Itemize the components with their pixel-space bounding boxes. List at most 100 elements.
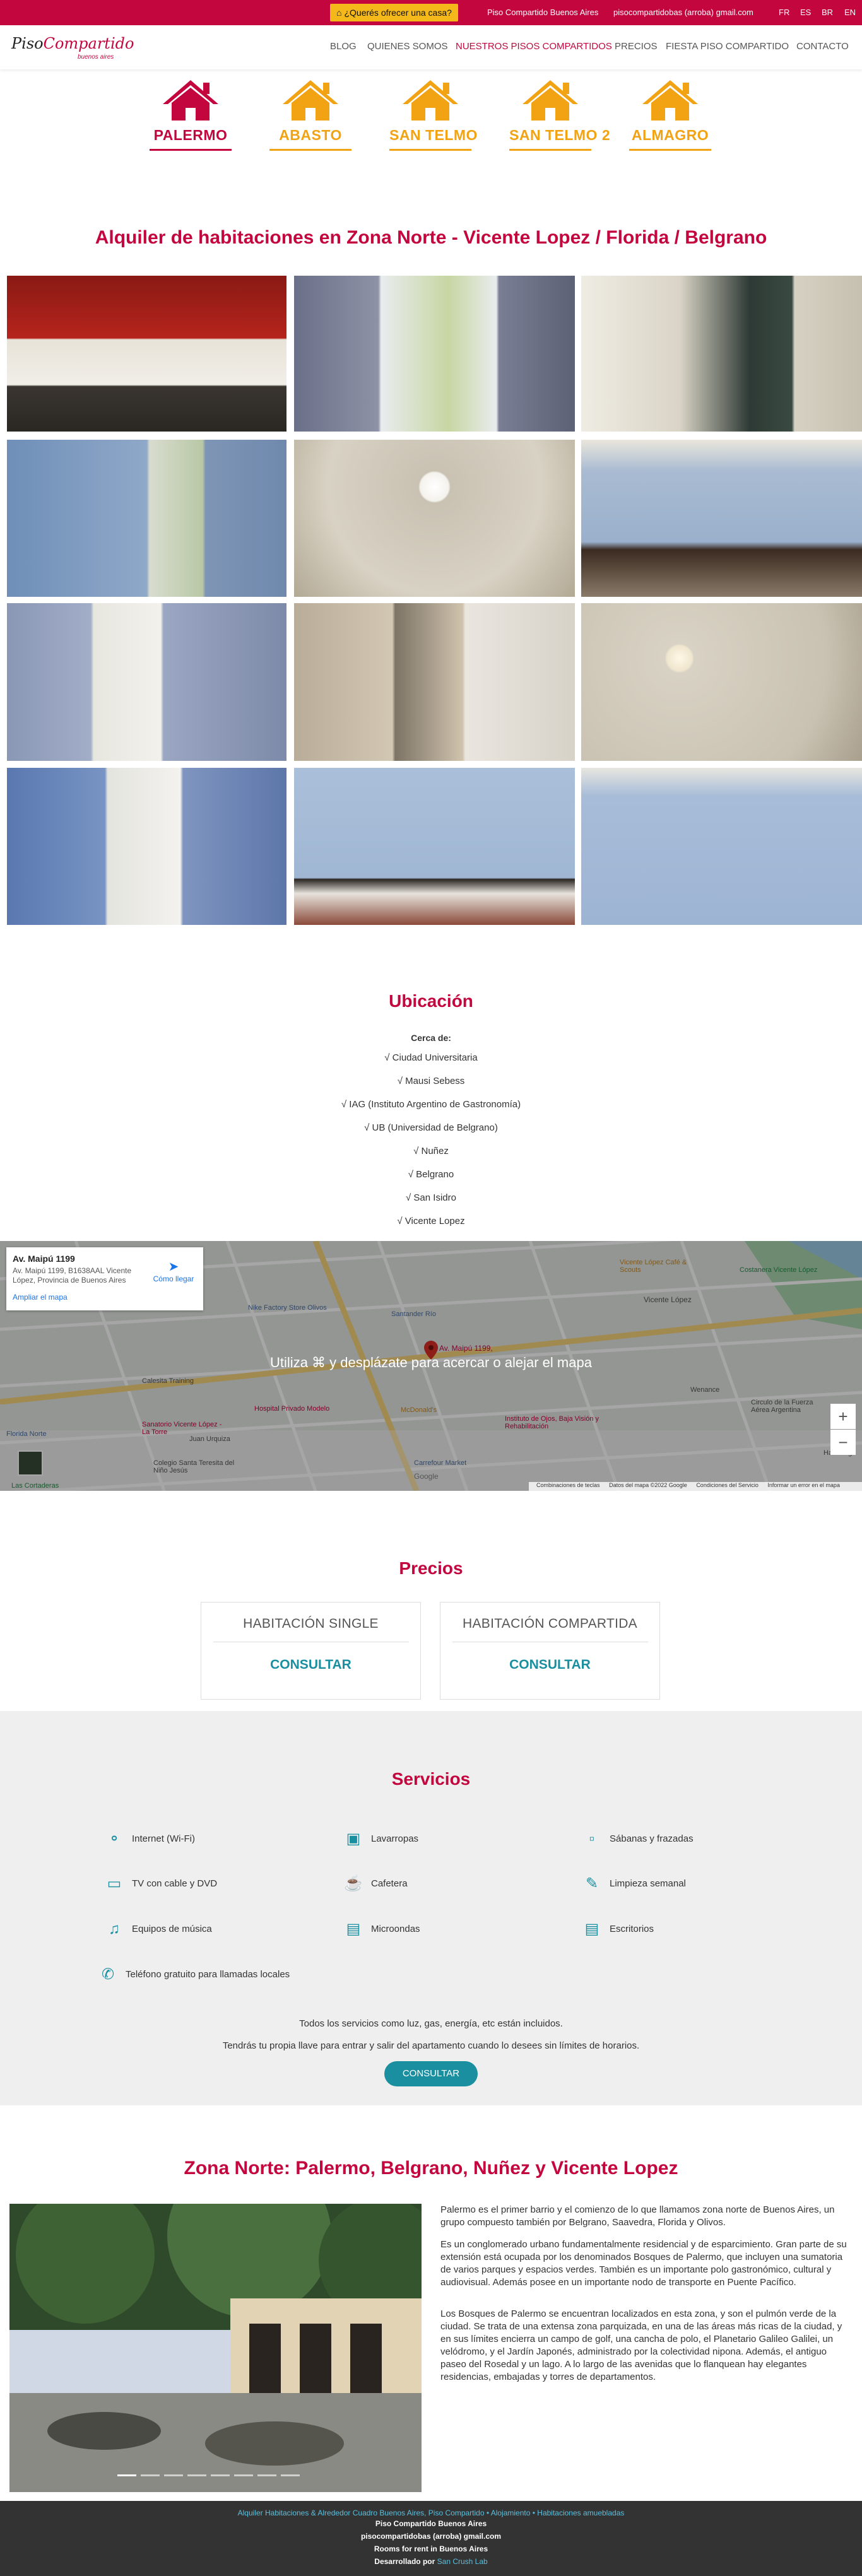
- zoom-out-button[interactable]: −: [830, 1430, 856, 1455]
- logo-subtext: buenos aires: [78, 54, 114, 61]
- service-item: ✆ Teléfono gratuito para llamadas locales: [98, 1965, 290, 1984]
- location-tab-almagro[interactable]: ALMAGRO: [629, 79, 711, 158]
- service-item: ▤ Microondas: [343, 1920, 420, 1939]
- slider-dot[interactable]: [117, 2474, 136, 2476]
- gallery-photo-3[interactable]: [581, 276, 862, 432]
- top-bar: ⌂ ¿Querés ofrecer una casa? Piso Comparti…: [0, 0, 862, 25]
- map-report-link[interactable]: Informar un error en el mapa: [767, 1482, 840, 1488]
- nav-precios[interactable]: PRECIOS: [615, 41, 658, 52]
- footer-dev-link[interactable]: San Crush Lab: [437, 2557, 488, 2566]
- contact-email[interactable]: pisocompartidobas (arroba) gmail.com: [613, 0, 753, 25]
- zona-photo-slider[interactable]: [9, 2204, 422, 2492]
- location-tab-san-telmo-2[interactable]: SAN TELMO 2: [509, 79, 611, 158]
- zona-paragraph: Es un conglomerado urbano fundamentalmen…: [440, 2239, 847, 2288]
- location-tab-san-telmo[interactable]: SAN TELMO: [389, 79, 477, 158]
- slider-dot[interactable]: [211, 2474, 230, 2476]
- home-icon: ⌂: [336, 8, 342, 18]
- gallery-photo-1[interactable]: [7, 276, 286, 432]
- service-label: Cafetera: [371, 1878, 408, 1889]
- zona-title: Zona Norte: Palermo, Belgrano, Nuñez y V…: [184, 2158, 678, 2179]
- location-tab-abasto[interactable]: ABASTO: [269, 79, 351, 158]
- map-terms-link[interactable]: Condiciones del Servicio: [696, 1482, 759, 1488]
- location-underline: [269, 149, 351, 151]
- location-underline: [629, 149, 711, 151]
- lang-es[interactable]: ES: [800, 0, 811, 25]
- consultar-link[interactable]: CONSULTAR: [201, 1657, 420, 1673]
- service-item: ▣ Lavarropas: [343, 1830, 418, 1849]
- footer-tagline: Rooms for rent in Buenos Aires: [374, 2544, 488, 2553]
- service-item: ⚬ Internet (Wi-Fi): [104, 1830, 195, 1849]
- nav-quienes-somos[interactable]: QUIENES SOMOS: [367, 41, 448, 52]
- house-icon: [642, 80, 698, 121]
- footer-links[interactable]: Alquiler Habitaciones & Alrededor Cuadro…: [0, 2508, 862, 2517]
- service-label: Microondas: [371, 1924, 420, 1934]
- nearby-item: √ San Isidro: [406, 1192, 456, 1203]
- phone-icon: ✆: [101, 1966, 115, 1984]
- gallery-photo-11[interactable]: [294, 768, 575, 925]
- nav-blog[interactable]: BLOG: [330, 41, 357, 52]
- offer-house-button[interactable]: ⌂ ¿Querés ofrecer una casa?: [330, 4, 458, 21]
- service-label: Teléfono gratuito para llamadas locales: [126, 1969, 290, 1980]
- consultar-button[interactable]: CONSULTAR: [384, 2061, 478, 2086]
- price-plan-name: HABITACIÓN COMPARTIDA: [463, 1616, 637, 1631]
- microwave-icon: ▤: [346, 1920, 361, 1938]
- consultar-link[interactable]: CONSULTAR: [440, 1657, 659, 1673]
- nearby-item: √ IAG (Instituto Argentino de Gastronomí…: [341, 1099, 521, 1110]
- location-label: ALMAGRO: [631, 127, 709, 143]
- map-directions-link[interactable]: ➤ Cómo llegar: [151, 1259, 196, 1283]
- location-underline: [150, 149, 232, 151]
- gallery-photo-8[interactable]: [294, 603, 575, 761]
- lang-en[interactable]: EN: [844, 0, 856, 25]
- location-underline: [389, 149, 471, 151]
- map-enlarge-link[interactable]: Ampliar el mapa: [13, 1293, 197, 1302]
- slider-dot[interactable]: [187, 2474, 206, 2476]
- location-tab-palermo[interactable]: PALERMO: [150, 79, 232, 158]
- wifi-icon: ⚬: [107, 1830, 121, 1848]
- washing-machine-icon: ▣: [346, 1830, 361, 1848]
- nav-contacto[interactable]: CONTACTO: [796, 41, 849, 52]
- slider-dot[interactable]: [141, 2474, 160, 2476]
- tv-icon: ▭: [107, 1875, 122, 1893]
- directions-icon: ➤: [168, 1260, 179, 1274]
- gallery-photo-12[interactable]: [581, 768, 862, 925]
- service-label: Limpieza semanal: [610, 1878, 686, 1889]
- nearby-item: √ UB (Universidad de Belgrano): [364, 1122, 498, 1133]
- nav-nuestros-pisos[interactable]: NUESTROS PISOS COMPARTIDOS: [456, 41, 612, 52]
- lang-br[interactable]: BR: [822, 0, 833, 25]
- gallery-photo-2[interactable]: [294, 276, 575, 432]
- slider-dot[interactable]: [257, 2474, 276, 2476]
- gallery-photo-4[interactable]: [7, 440, 286, 597]
- zona-photo: [9, 2204, 422, 2492]
- gallery-photo-5[interactable]: [294, 440, 575, 597]
- zona-paragraph: Los Bosques de Palermo se encuentran loc…: [440, 2308, 842, 2382]
- nearby-list: Cerca de: √ Ciudad Universitaria √ Mausi…: [0, 1030, 862, 1233]
- slider-dot[interactable]: [281, 2474, 300, 2476]
- slider-dot[interactable]: [234, 2474, 253, 2476]
- gallery-photo-7[interactable]: [7, 603, 286, 761]
- price-plan-name: HABITACIÓN SINGLE: [243, 1616, 379, 1631]
- gallery-photo-6[interactable]: [581, 440, 862, 597]
- company-name: Piso Compartido Buenos Aires: [487, 8, 599, 17]
- house-icon: [283, 80, 338, 121]
- slider-dot[interactable]: [164, 2474, 183, 2476]
- footer-email[interactable]: pisocompartidobas (arroba) gmail.com: [0, 2530, 862, 2543]
- nearby-item: √ Belgrano: [408, 1169, 454, 1180]
- gallery-photo-10[interactable]: [7, 768, 286, 925]
- precios-title: Precios: [399, 1558, 463, 1578]
- broom-icon: ✎: [585, 1875, 599, 1893]
- location-underline: [509, 149, 591, 151]
- zoom-in-button[interactable]: +: [830, 1404, 856, 1429]
- location-map[interactable]: Nike Factory Store Olivos Santander Río …: [0, 1241, 862, 1491]
- ubicacion-title: Ubicación: [389, 991, 473, 1011]
- nav-fiesta[interactable]: FIESTA PISO COMPARTIDO: [666, 41, 789, 52]
- gallery-photo-9[interactable]: [581, 603, 862, 761]
- location-label: SAN TELMO 2: [509, 127, 611, 143]
- service-item: ♫ Equipos de música: [104, 1920, 212, 1939]
- lang-fr[interactable]: FR: [779, 0, 789, 25]
- site-logo[interactable]: PisoCompartido buenos aires: [11, 35, 134, 62]
- map-place-address: Av. Maipú 1199, B1638AAL Vicente López, …: [13, 1266, 132, 1285]
- bed-icon: ▫: [589, 1830, 595, 1848]
- house-icon: [403, 80, 458, 121]
- service-item: ▤ Escritorios: [582, 1920, 654, 1939]
- map-keyboard-link[interactable]: Combinaciones de teclas: [536, 1482, 600, 1488]
